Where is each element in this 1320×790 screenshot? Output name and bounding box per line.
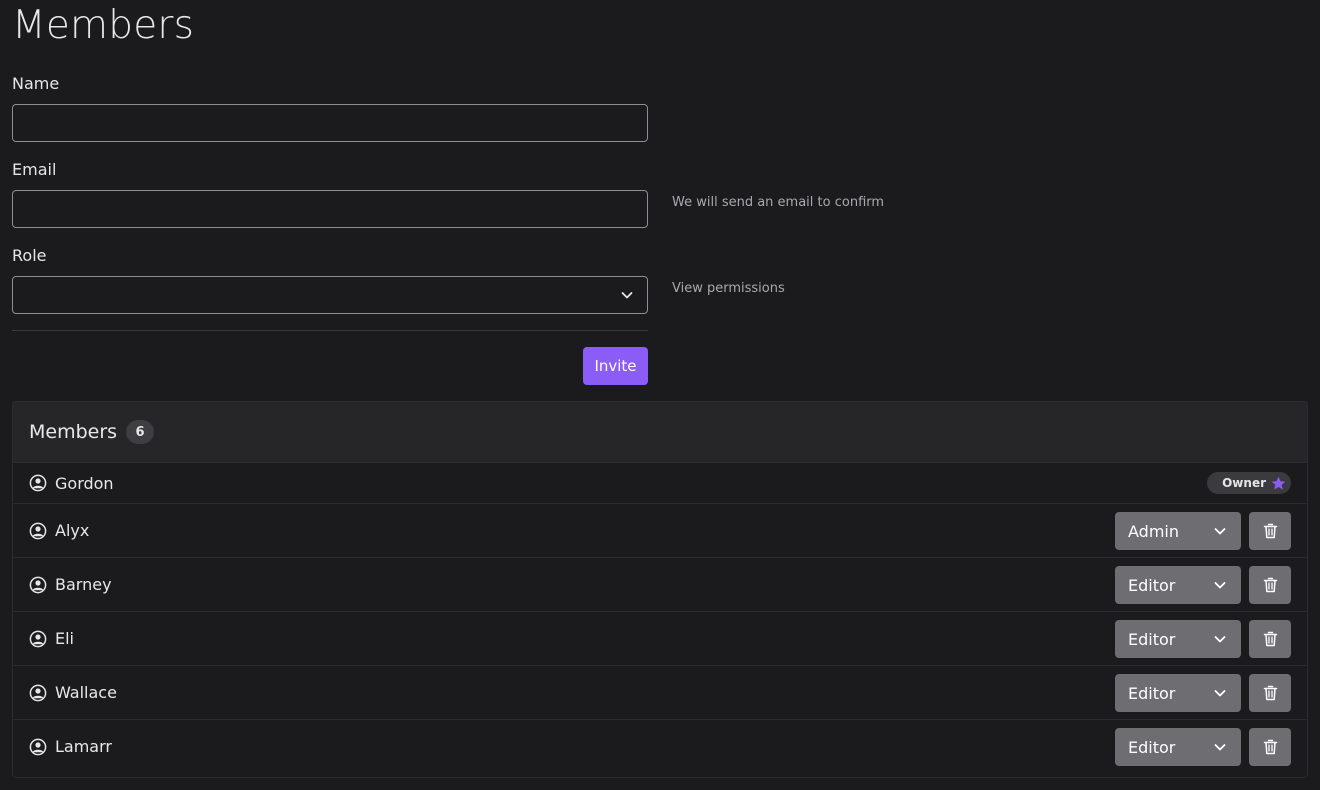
chevron-down-icon xyxy=(621,292,633,299)
invite-button[interactable]: Invite xyxy=(583,347,648,385)
member-role-value: Editor xyxy=(1128,629,1176,649)
chevron-down-icon xyxy=(1214,690,1226,697)
delete-member-button[interactable] xyxy=(1249,728,1291,766)
member-row: Eli Editor xyxy=(13,611,1307,665)
member-role-select[interactable]: Editor xyxy=(1115,566,1241,604)
delete-member-button[interactable] xyxy=(1249,620,1291,658)
member-row: Lamarr Editor xyxy=(13,719,1307,773)
members-card-header: Members 6 xyxy=(13,402,1307,463)
member-role-value: Admin xyxy=(1128,521,1179,541)
owner-badge-label: Owner xyxy=(1222,476,1266,490)
member-role-value: Editor xyxy=(1128,575,1176,595)
member-role-select[interactable]: Editor xyxy=(1115,674,1241,712)
members-card: Members 6 Gordon Owner Alyx Admin Barney… xyxy=(12,401,1308,778)
user-circle-icon xyxy=(29,474,47,492)
member-count-badge: 6 xyxy=(126,420,155,444)
user-circle-icon xyxy=(29,738,47,755)
star-icon xyxy=(1271,476,1286,490)
member-row: Alyx Admin xyxy=(13,503,1307,557)
member-role-select[interactable]: Admin xyxy=(1115,512,1241,550)
member-row-owner: Gordon Owner xyxy=(13,463,1307,503)
role-select[interactable] xyxy=(12,276,648,314)
member-row: Wallace Editor xyxy=(13,665,1307,719)
view-permissions-link[interactable]: View permissions xyxy=(672,281,785,297)
member-name: Gordon xyxy=(55,473,114,493)
email-help-text: We will send an email to confirm xyxy=(672,195,885,210)
member-name: Wallace xyxy=(55,683,117,702)
member-role-select[interactable]: Editor xyxy=(1115,728,1241,766)
member-name: Lamarr xyxy=(55,737,112,756)
chevron-down-icon xyxy=(1214,582,1226,589)
chevron-down-icon xyxy=(1214,744,1226,751)
email-input[interactable] xyxy=(12,190,648,228)
email-label: Email xyxy=(12,160,57,179)
member-name: Alyx xyxy=(55,521,90,540)
delete-member-button[interactable] xyxy=(1249,674,1291,712)
member-name: Eli xyxy=(55,629,74,648)
trash-icon xyxy=(1263,685,1277,701)
name-label: Name xyxy=(12,74,60,93)
member-role-select[interactable]: Editor xyxy=(1115,620,1241,658)
trash-icon xyxy=(1263,577,1277,593)
chevron-down-icon xyxy=(1214,528,1226,535)
trash-icon xyxy=(1263,523,1277,539)
chevron-down-icon xyxy=(1214,636,1226,643)
name-input[interactable] xyxy=(12,104,648,142)
trash-icon xyxy=(1263,739,1277,755)
member-role-value: Editor xyxy=(1128,683,1176,703)
members-card-title: Members xyxy=(29,421,118,443)
member-role-value: Editor xyxy=(1128,737,1176,757)
owner-badge: Owner xyxy=(1207,472,1291,494)
delete-member-button[interactable] xyxy=(1249,566,1291,604)
delete-member-button[interactable] xyxy=(1249,512,1291,550)
user-circle-icon xyxy=(29,576,47,593)
members-page: Members Name Email We will send an email… xyxy=(0,0,1320,790)
user-circle-icon xyxy=(29,522,47,539)
member-row: Barney Editor xyxy=(13,557,1307,611)
member-name: Barney xyxy=(55,575,112,594)
user-circle-icon xyxy=(29,630,47,647)
role-label: Role xyxy=(12,246,47,265)
page-title: Members xyxy=(12,3,195,48)
user-circle-icon xyxy=(29,684,47,701)
trash-icon xyxy=(1263,631,1277,647)
form-divider xyxy=(12,330,648,331)
